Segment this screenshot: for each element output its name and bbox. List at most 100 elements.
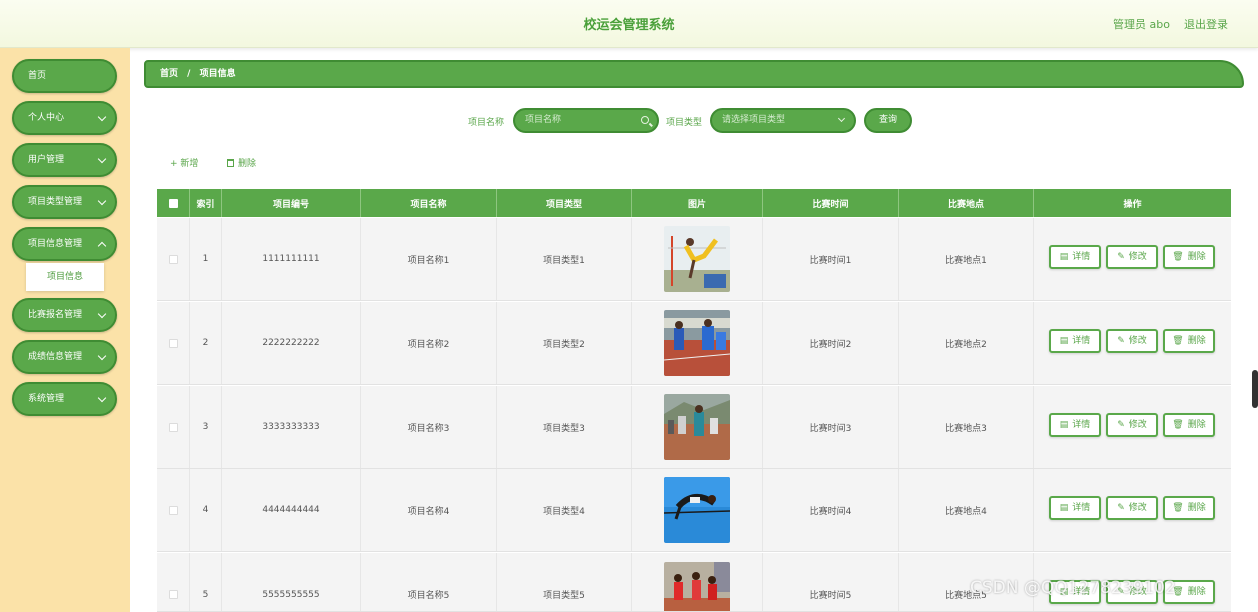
- breadcrumb-home[interactable]: 首页: [160, 69, 178, 79]
- document-icon: ▤: [1059, 420, 1069, 430]
- sidebar-item-label: 系统管理: [28, 394, 65, 404]
- search-name-placeholder: 项目名称: [525, 115, 562, 125]
- row-select-cell: [157, 386, 190, 468]
- add-button[interactable]: + 新增: [170, 156, 198, 169]
- col-code: 项目编号: [222, 189, 361, 217]
- table-row: 3 3333333333 项目名称3 项目类型3 比赛时间3 比赛地点3 ▤ 详情…: [157, 386, 1231, 469]
- app-title: 校运会管理系统: [583, 18, 675, 33]
- edit-button[interactable]: ✎ 修改: [1106, 413, 1158, 437]
- row-select-cell: [157, 469, 190, 551]
- project-image[interactable]: [664, 561, 730, 612]
- cell-code: 1111111111: [222, 218, 361, 300]
- cell-image: [632, 469, 763, 551]
- document-icon: ▤: [1059, 503, 1069, 513]
- chevron-down-icon: [97, 393, 107, 403]
- detail-label: 详情: [1072, 503, 1091, 513]
- edit-label: 修改: [1128, 420, 1147, 430]
- pencil-icon: ✎: [1117, 336, 1125, 346]
- detail-button[interactable]: ▤ 详情: [1049, 245, 1101, 269]
- sidebar-item-label: 用户管理: [28, 155, 65, 165]
- col-time: 比赛时间: [763, 189, 899, 217]
- project-image[interactable]: [664, 226, 730, 292]
- cell-type: 项目类型5: [497, 553, 632, 611]
- detail-button[interactable]: ▤ 详情: [1049, 496, 1101, 520]
- row-checkbox[interactable]: [168, 590, 178, 599]
- delete-button[interactable]: 🗑 删除: [1163, 496, 1215, 520]
- col-place: 比赛地点: [899, 189, 1034, 217]
- edit-button[interactable]: ✎ 修改: [1106, 329, 1158, 353]
- delete-button[interactable]: 🗑 删除: [1163, 329, 1215, 353]
- search-name-input[interactable]: 项目名称: [513, 108, 659, 133]
- trash-icon: 🗑: [1172, 252, 1184, 262]
- col-name: 项目名称: [361, 189, 497, 217]
- col-image: 图片: [632, 189, 763, 217]
- query-button[interactable]: 查询: [864, 108, 912, 133]
- edit-label: 修改: [1128, 336, 1147, 346]
- trash-icon: 🗑: [1172, 503, 1184, 513]
- detail-button[interactable]: ▤ 详情: [1049, 329, 1101, 353]
- table-row: 1 1111111111 项目名称1 项目类型1 比赛时间1 比赛地点1 ▤ 详情…: [157, 218, 1231, 301]
- edit-label: 修改: [1128, 252, 1147, 262]
- cell-name: 项目名称5: [361, 553, 497, 611]
- sidebar-subitem-project-info[interactable]: 项目信息: [26, 263, 104, 291]
- cell-time: 比赛时间1: [763, 218, 899, 300]
- project-image[interactable]: [664, 477, 730, 543]
- logout-link[interactable]: 退出登录: [1184, 16, 1228, 32]
- search-type-select[interactable]: 请选择项目类型: [710, 108, 856, 133]
- row-checkbox[interactable]: [168, 422, 178, 432]
- chevron-down-icon: [97, 309, 107, 319]
- detail-label: 详情: [1072, 252, 1091, 262]
- delete-button[interactable]: 🗑 删除: [1163, 245, 1215, 269]
- edit-label: 修改: [1128, 503, 1147, 513]
- col-operations: 操作: [1123, 199, 1142, 210]
- sidebar-item-home[interactable]: 首页: [12, 59, 117, 93]
- current-user: 管理员 abo: [1113, 18, 1170, 31]
- cell-time: 比赛时间4: [763, 469, 899, 551]
- pencil-icon: ✎: [1117, 503, 1125, 513]
- page-scrollbar[interactable]: [1252, 370, 1258, 408]
- cell-name: 项目名称2: [361, 302, 497, 384]
- sidebar-item-score-management[interactable]: 成绩信息管理: [12, 340, 117, 374]
- sidebar-item-user-management[interactable]: 用户管理: [12, 143, 117, 177]
- sidebar-item-personal-center[interactable]: 个人中心: [12, 101, 117, 135]
- sidebar-item-project-type-management[interactable]: 项目类型管理: [12, 185, 117, 219]
- cell-operations: ▤ 详情 ✎ 修改 🗑 删除: [1034, 218, 1231, 300]
- cell-place: 比赛地点3: [899, 386, 1034, 468]
- sidebar-item-registration-management[interactable]: 比赛报名管理: [12, 298, 117, 332]
- cell-index: 4: [190, 469, 222, 551]
- sidebar-item-project-info-management[interactable]: 项目信息管理: [12, 227, 117, 261]
- select-all-checkbox[interactable]: [168, 198, 178, 208]
- trash-icon: [227, 159, 234, 167]
- sidebar-item-label: 比赛报名管理: [28, 310, 83, 320]
- edit-button[interactable]: ✎ 修改: [1106, 496, 1158, 520]
- sidebar-item-label: 成绩信息管理: [28, 352, 83, 362]
- delete-button[interactable]: 🗑 删除: [1163, 413, 1215, 437]
- delete-label: 删除: [1187, 336, 1206, 346]
- row-checkbox[interactable]: [168, 505, 178, 515]
- row-checkbox[interactable]: [168, 254, 178, 264]
- cell-code: 2222222222: [222, 302, 361, 384]
- row-checkbox[interactable]: [168, 338, 178, 348]
- delete-label: 删除: [1187, 587, 1206, 597]
- cell-type: 项目类型2: [497, 302, 632, 384]
- detail-button[interactable]: ▤ 详情: [1049, 413, 1101, 437]
- cell-place: 比赛地点4: [899, 469, 1034, 551]
- table-row: 2 2222222222 项目名称2 项目类型2 比赛时间2 比赛地点2 ▤ 详情…: [157, 302, 1231, 385]
- edit-button[interactable]: ✎ 修改: [1106, 245, 1158, 269]
- sidebar-item-label: 首页: [28, 71, 47, 81]
- row-select-cell: [157, 553, 190, 611]
- delete-selected-button[interactable]: 删除: [227, 156, 256, 169]
- cell-image: [632, 302, 763, 384]
- delete-label: 删除: [1187, 503, 1206, 513]
- cell-type: 项目类型1: [497, 218, 632, 300]
- cell-index: 5: [190, 553, 222, 611]
- table-row: 4 4444444444 项目名称4 项目类型4 比赛时间4 比赛地点4 ▤ 详情…: [157, 469, 1231, 552]
- cell-type: 项目类型3: [497, 386, 632, 468]
- row-select-cell: [157, 218, 190, 300]
- sidebar-item-label: 项目信息管理: [28, 239, 83, 249]
- delete-selected-label: 删除: [238, 159, 257, 169]
- breadcrumb: 首页 / 项目信息: [144, 60, 1244, 88]
- sidebar-item-system-management[interactable]: 系统管理: [12, 382, 117, 416]
- project-image[interactable]: [664, 394, 730, 460]
- project-image[interactable]: [664, 310, 730, 376]
